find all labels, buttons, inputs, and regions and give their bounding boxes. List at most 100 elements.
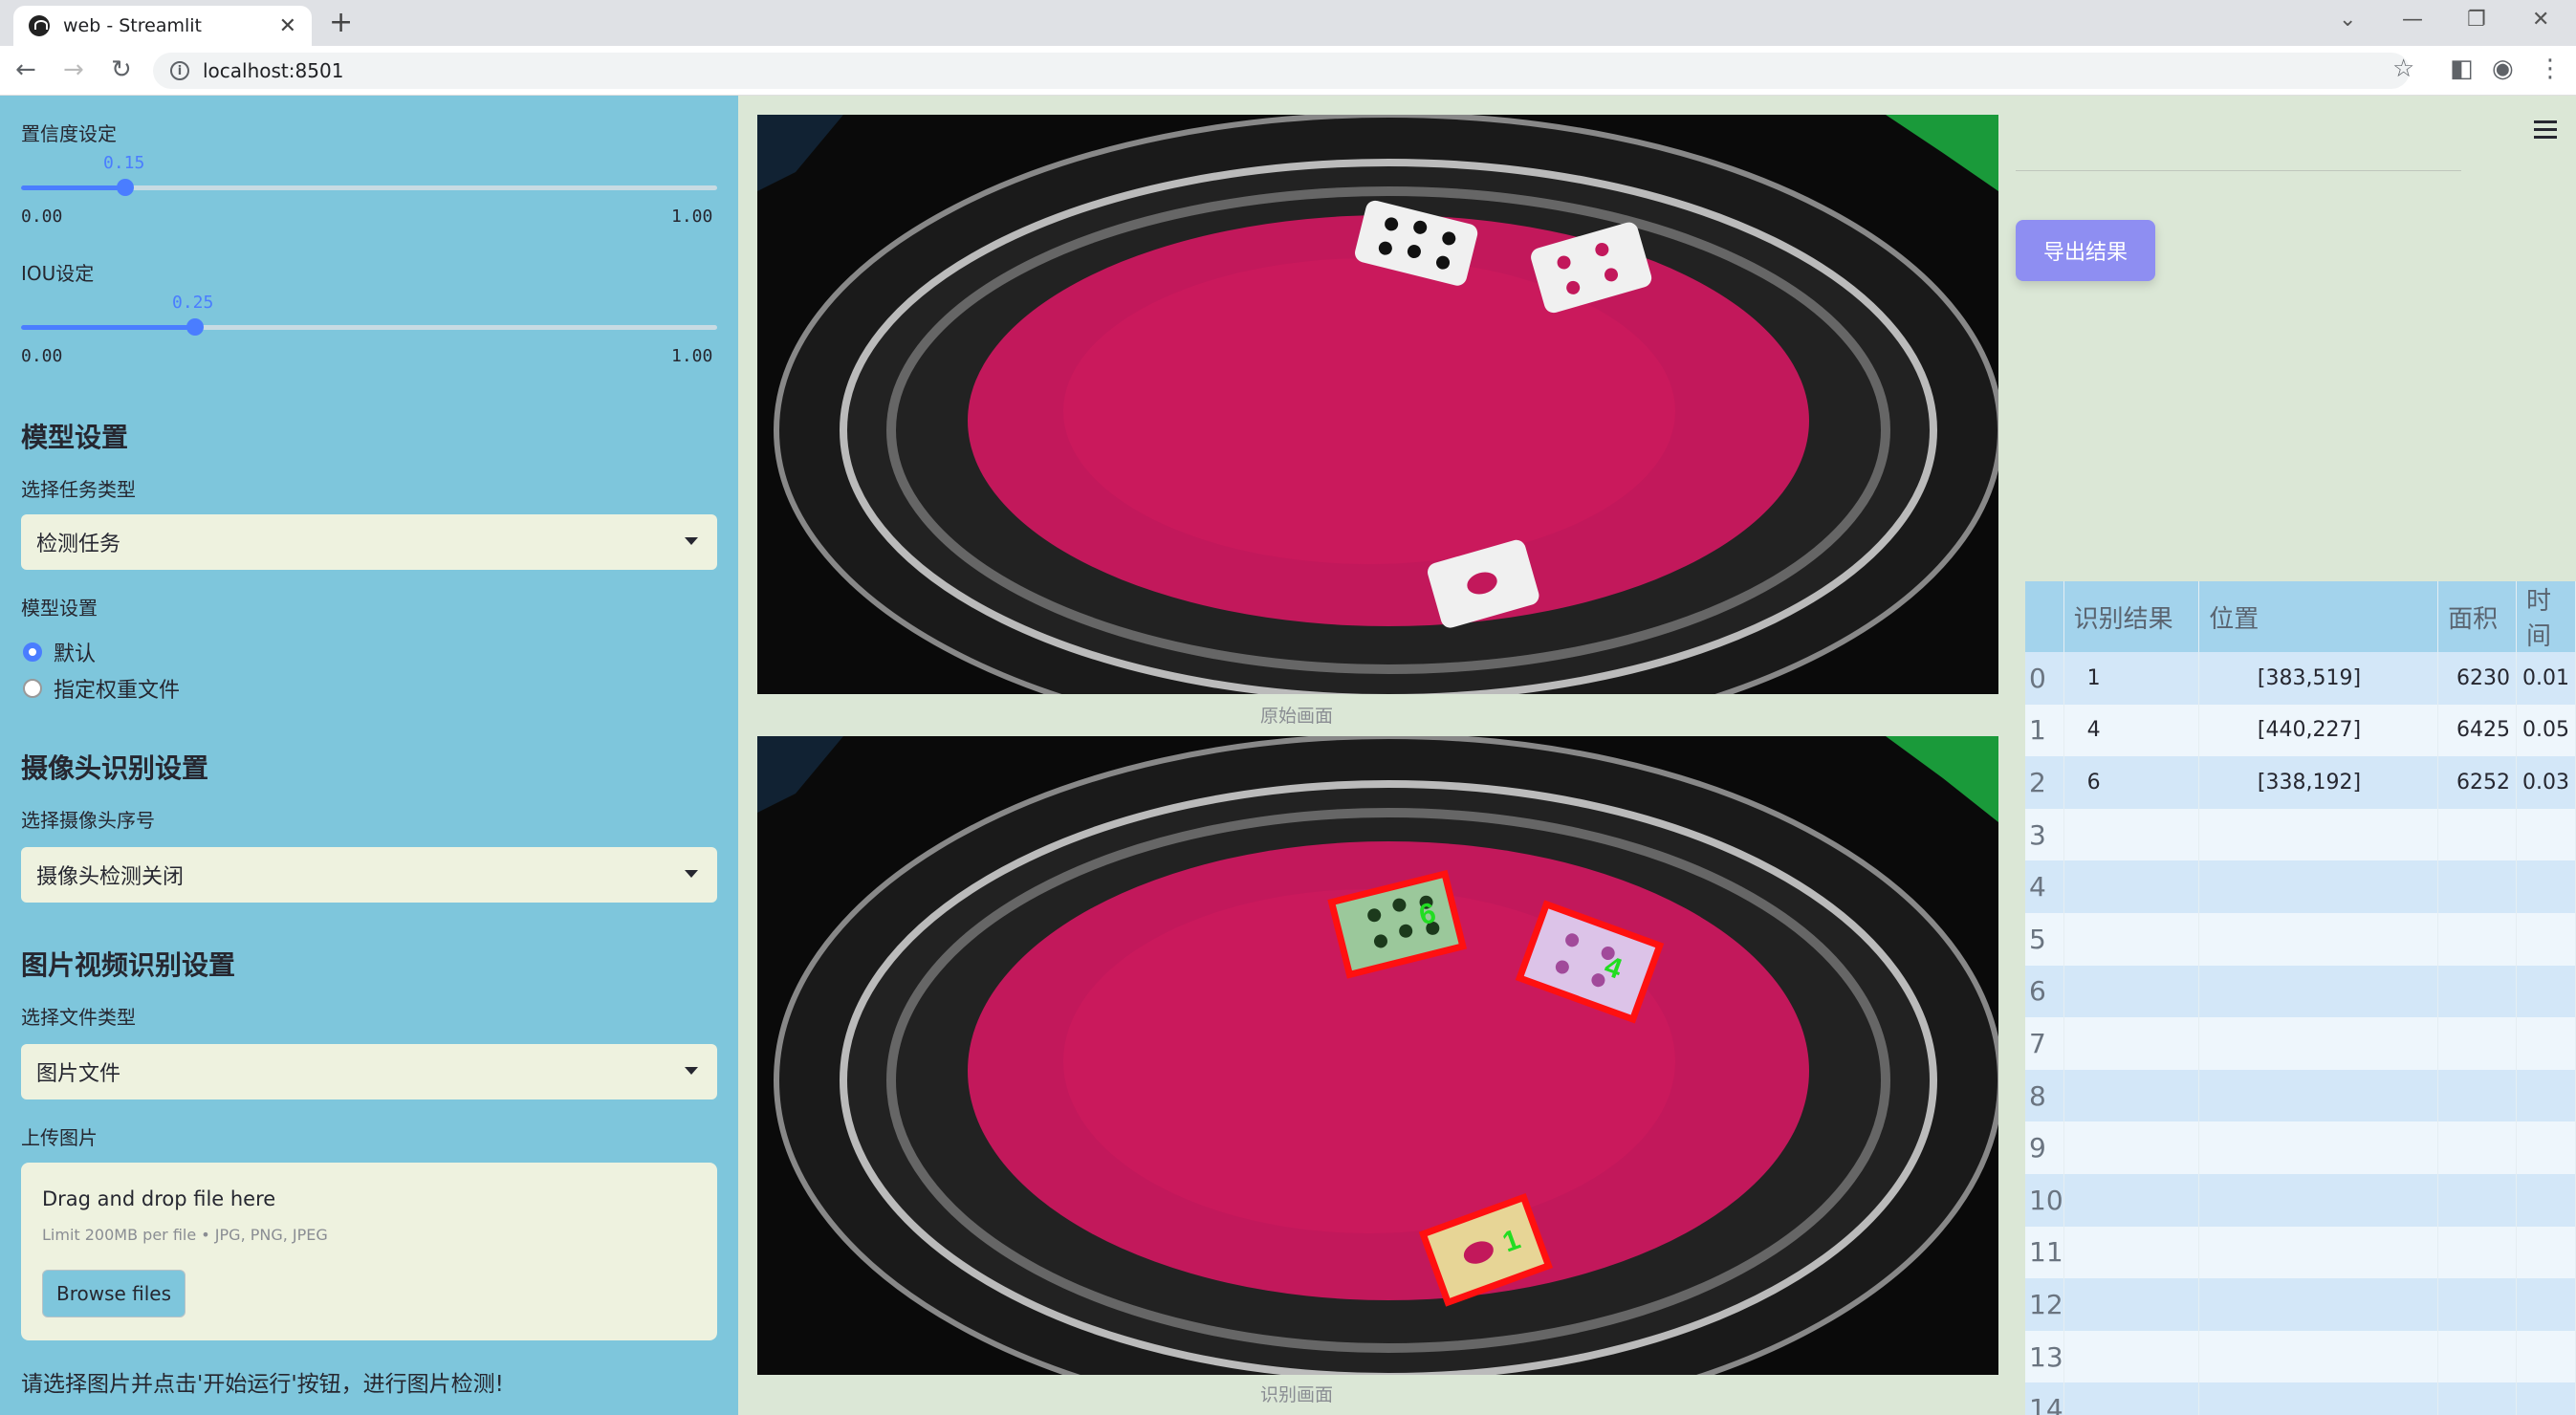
tab-search-chevron-icon[interactable]: ⌄ <box>2339 8 2356 32</box>
cell-result[interactable] <box>2063 1278 2200 1331</box>
table-header-area[interactable]: 面积 <box>2437 581 2517 652</box>
hamburger-menu-icon[interactable] <box>2534 120 2557 143</box>
cell-position[interactable] <box>2198 1382 2439 1415</box>
file-uploader-dropzone[interactable]: Drag and drop file here Limit 200MB per … <box>21 1163 717 1340</box>
cell-position[interactable] <box>2198 965 2439 1018</box>
cell-area[interactable] <box>2437 1121 2517 1174</box>
cell-position[interactable] <box>2198 912 2439 966</box>
cell-result[interactable] <box>2063 1226 2200 1279</box>
table-row[interactable]: 3 <box>2025 808 2576 861</box>
task-type-select[interactable]: 检测任务 <box>21 514 717 570</box>
cell-time[interactable] <box>2516 808 2576 861</box>
table-row[interactable]: 10 <box>2025 1173 2576 1227</box>
cell-area[interactable]: 6425 <box>2437 704 2517 757</box>
minimize-icon[interactable]: — <box>2402 8 2423 32</box>
radio-default[interactable]: 默认 <box>23 637 96 667</box>
cell-position[interactable] <box>2198 1017 2439 1070</box>
row-index[interactable]: 0 <box>2025 652 2064 705</box>
browse-files-button[interactable]: Browse files <box>42 1270 186 1317</box>
row-index[interactable]: 6 <box>2025 965 2064 1018</box>
table-header-result[interactable]: 识别结果 <box>2063 581 2200 652</box>
table-row[interactable]: 13 <box>2025 1330 2576 1383</box>
export-results-button[interactable]: 导出结果 <box>2016 220 2155 281</box>
row-index[interactable]: 13 <box>2025 1330 2064 1383</box>
radio-custom-weights[interactable]: 指定权重文件 <box>23 673 180 704</box>
cell-position[interactable] <box>2198 1226 2439 1279</box>
row-index[interactable]: 10 <box>2025 1173 2064 1227</box>
table-row[interactable]: 6 <box>2025 965 2576 1018</box>
cell-result[interactable] <box>2063 1121 2200 1174</box>
table-header-position[interactable]: 位置 <box>2198 581 2439 652</box>
table-row[interactable]: 5 <box>2025 912 2576 966</box>
iou-slider-thumb[interactable] <box>186 318 204 336</box>
table-row[interactable]: 2 6 [338,192] 6252 0.03 <box>2025 756 2576 809</box>
results-table[interactable]: 识别结果 位置 面积 时间 0 1 [383,519] 6230 0.01 1 4 [440,… <box>2025 581 2576 1415</box>
cell-position[interactable] <box>2198 1330 2439 1383</box>
cell-time[interactable] <box>2516 1278 2576 1331</box>
cell-position[interactable] <box>2198 1173 2439 1227</box>
cell-time[interactable]: 0.03 <box>2516 756 2576 809</box>
camera-select[interactable]: 摄像头检测关闭 <box>21 847 717 903</box>
confidence-slider[interactable] <box>21 179 717 196</box>
table-row[interactable]: 11 <box>2025 1226 2576 1279</box>
cell-result[interactable] <box>2063 808 2200 861</box>
profile-avatar-icon[interactable]: ◉ <box>2492 54 2514 83</box>
cell-result[interactable] <box>2063 1330 2200 1383</box>
new-tab-icon[interactable]: + <box>329 6 353 39</box>
table-row[interactable]: 9 <box>2025 1121 2576 1174</box>
side-panel-icon[interactable]: ◧ <box>2450 54 2474 83</box>
forward-icon[interactable]: → <box>63 55 84 84</box>
table-row[interactable]: 0 1 [383,519] 6230 0.01 <box>2025 652 2576 705</box>
cell-area[interactable] <box>2437 860 2517 913</box>
cell-position[interactable]: [338,192] <box>2198 756 2439 809</box>
site-info-icon[interactable]: i <box>170 61 189 80</box>
cell-area[interactable] <box>2437 1069 2517 1122</box>
cell-result[interactable]: 6 <box>2063 756 2200 809</box>
cell-result[interactable] <box>2063 965 2200 1018</box>
cell-area[interactable] <box>2437 1330 2517 1383</box>
cell-time[interactable] <box>2516 1121 2576 1174</box>
cell-position[interactable]: [440,227] <box>2198 704 2439 757</box>
cell-area[interactable]: 6230 <box>2437 652 2517 705</box>
row-index[interactable]: 1 <box>2025 704 2064 757</box>
row-index[interactable]: 5 <box>2025 912 2064 966</box>
table-row[interactable]: 8 <box>2025 1069 2576 1122</box>
cell-area[interactable] <box>2437 1173 2517 1227</box>
confidence-slider-thumb[interactable] <box>117 179 135 196</box>
cell-result[interactable] <box>2063 1382 2200 1415</box>
restore-icon[interactable]: ❐ <box>2467 8 2486 32</box>
file-type-select[interactable]: 图片文件 <box>21 1044 717 1099</box>
cell-position[interactable] <box>2198 1121 2439 1174</box>
cell-time[interactable] <box>2516 1017 2576 1070</box>
cell-result[interactable] <box>2063 912 2200 966</box>
cell-area[interactable]: 6252 <box>2437 756 2517 809</box>
cell-time[interactable]: 0.05 <box>2516 704 2576 757</box>
cell-position[interactable] <box>2198 860 2439 913</box>
cell-area[interactable] <box>2437 1017 2517 1070</box>
cell-position[interactable] <box>2198 1278 2439 1331</box>
row-index[interactable]: 7 <box>2025 1017 2064 1070</box>
cell-area[interactable] <box>2437 912 2517 966</box>
cell-time[interactable] <box>2516 1173 2576 1227</box>
cell-time[interactable] <box>2516 965 2576 1018</box>
table-row[interactable]: 1 4 [440,227] 6425 0.05 <box>2025 704 2576 757</box>
table-row[interactable]: 7 <box>2025 1017 2576 1070</box>
url-field[interactable]: i localhost:8501 <box>153 53 2410 89</box>
table-row[interactable]: 4 <box>2025 860 2576 913</box>
cell-area[interactable] <box>2437 965 2517 1018</box>
iou-slider[interactable] <box>21 318 717 336</box>
cell-result[interactable] <box>2063 1017 2200 1070</box>
cell-result[interactable] <box>2063 860 2200 913</box>
reload-icon[interactable]: ↻ <box>111 55 132 84</box>
table-row[interactable]: 12 <box>2025 1278 2576 1331</box>
back-icon[interactable]: ← <box>15 55 36 84</box>
cell-time[interactable] <box>2516 1382 2576 1415</box>
cell-result[interactable]: 4 <box>2063 704 2200 757</box>
cell-area[interactable] <box>2437 1226 2517 1279</box>
cell-time[interactable] <box>2516 1226 2576 1279</box>
cell-result[interactable] <box>2063 1069 2200 1122</box>
cell-time[interactable]: 0.01 <box>2516 652 2576 705</box>
table-header-time[interactable]: 时间 <box>2516 581 2576 652</box>
tab-close-icon[interactable]: ✕ <box>279 14 296 38</box>
cell-time[interactable] <box>2516 912 2576 966</box>
